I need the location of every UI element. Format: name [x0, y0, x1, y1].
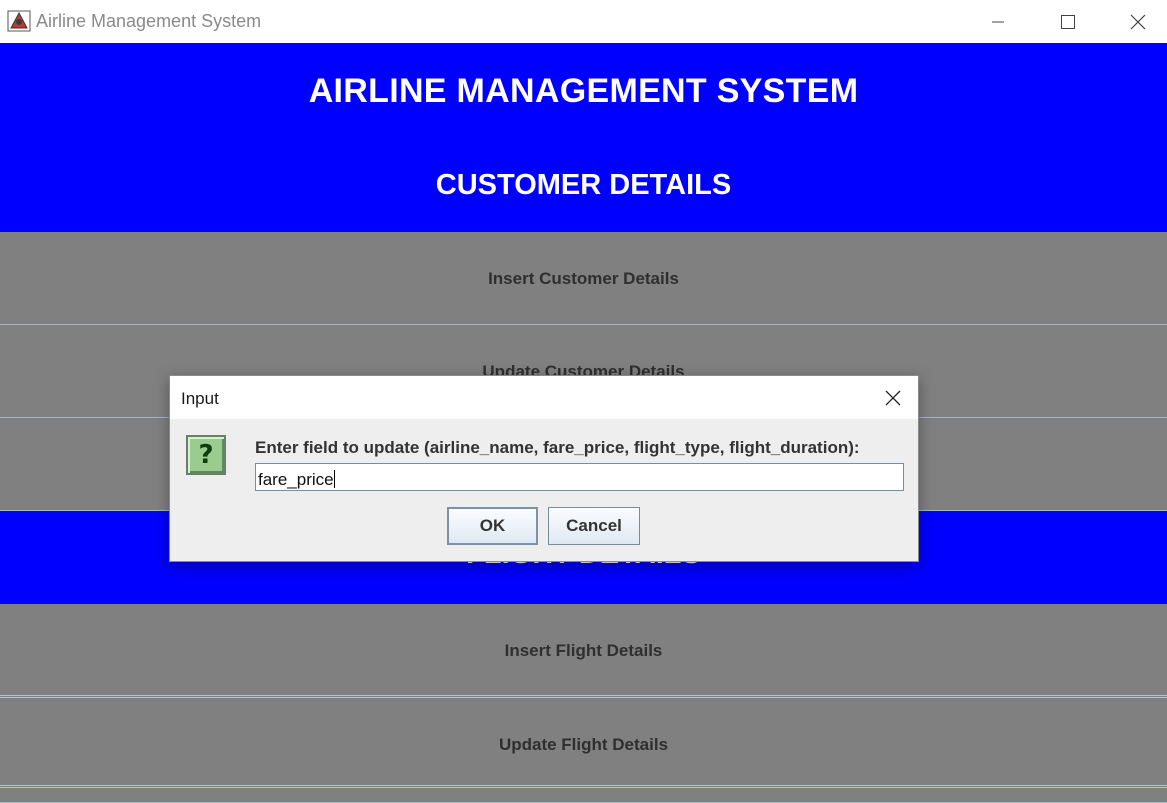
text-caret — [333, 470, 335, 488]
question-icon: ? — [186, 435, 226, 475]
insert-customer-button[interactable]: Insert Customer Details — [0, 232, 1167, 325]
maximize-button[interactable] — [1033, 0, 1103, 43]
dialog-titlebar[interactable]: Input — [170, 376, 918, 419]
minimize-icon — [992, 21, 1004, 22]
cancel-button[interactable]: Cancel — [548, 507, 640, 545]
input-dialog: Input ? Enter field to update (airline_n… — [169, 375, 919, 562]
app-window: Airline Management System AIRLINE MANAGE… — [0, 0, 1167, 803]
window-title: Airline Management System — [36, 11, 262, 31]
dialog-title: Input — [181, 389, 219, 408]
close-icon — [885, 390, 901, 405]
window-close-button[interactable] — [1103, 0, 1167, 43]
dialog-close-button[interactable] — [868, 376, 918, 419]
customer-section-title: CUSTOMER DETAILS — [435, 169, 732, 201]
field-input-value: fare_price — [258, 470, 334, 489]
close-icon — [1130, 14, 1146, 29]
maximize-icon — [1061, 14, 1075, 29]
flight-button-partial[interactable] — [0, 788, 1167, 803]
insert-flight-button[interactable]: Insert Flight Details — [0, 604, 1167, 698]
update-flight-label: Update Flight Details — [498, 735, 669, 754]
app-main-title: AIRLINE MANAGEMENT SYSTEM — [308, 72, 859, 110]
minimize-button[interactable] — [963, 0, 1033, 43]
ok-button[interactable]: OK — [447, 507, 538, 545]
dialog-prompt: Enter field to update (airline_name, far… — [255, 438, 860, 457]
field-input[interactable]: fare_price — [255, 463, 904, 491]
insert-flight-label: Insert Flight Details — [504, 641, 663, 660]
update-flight-button[interactable]: Update Flight Details — [0, 698, 1167, 788]
insert-customer-label: Insert Customer Details — [488, 269, 679, 288]
java-app-icon — [7, 10, 31, 32]
window-titlebar[interactable]: Airline Management System — [0, 0, 1167, 43]
